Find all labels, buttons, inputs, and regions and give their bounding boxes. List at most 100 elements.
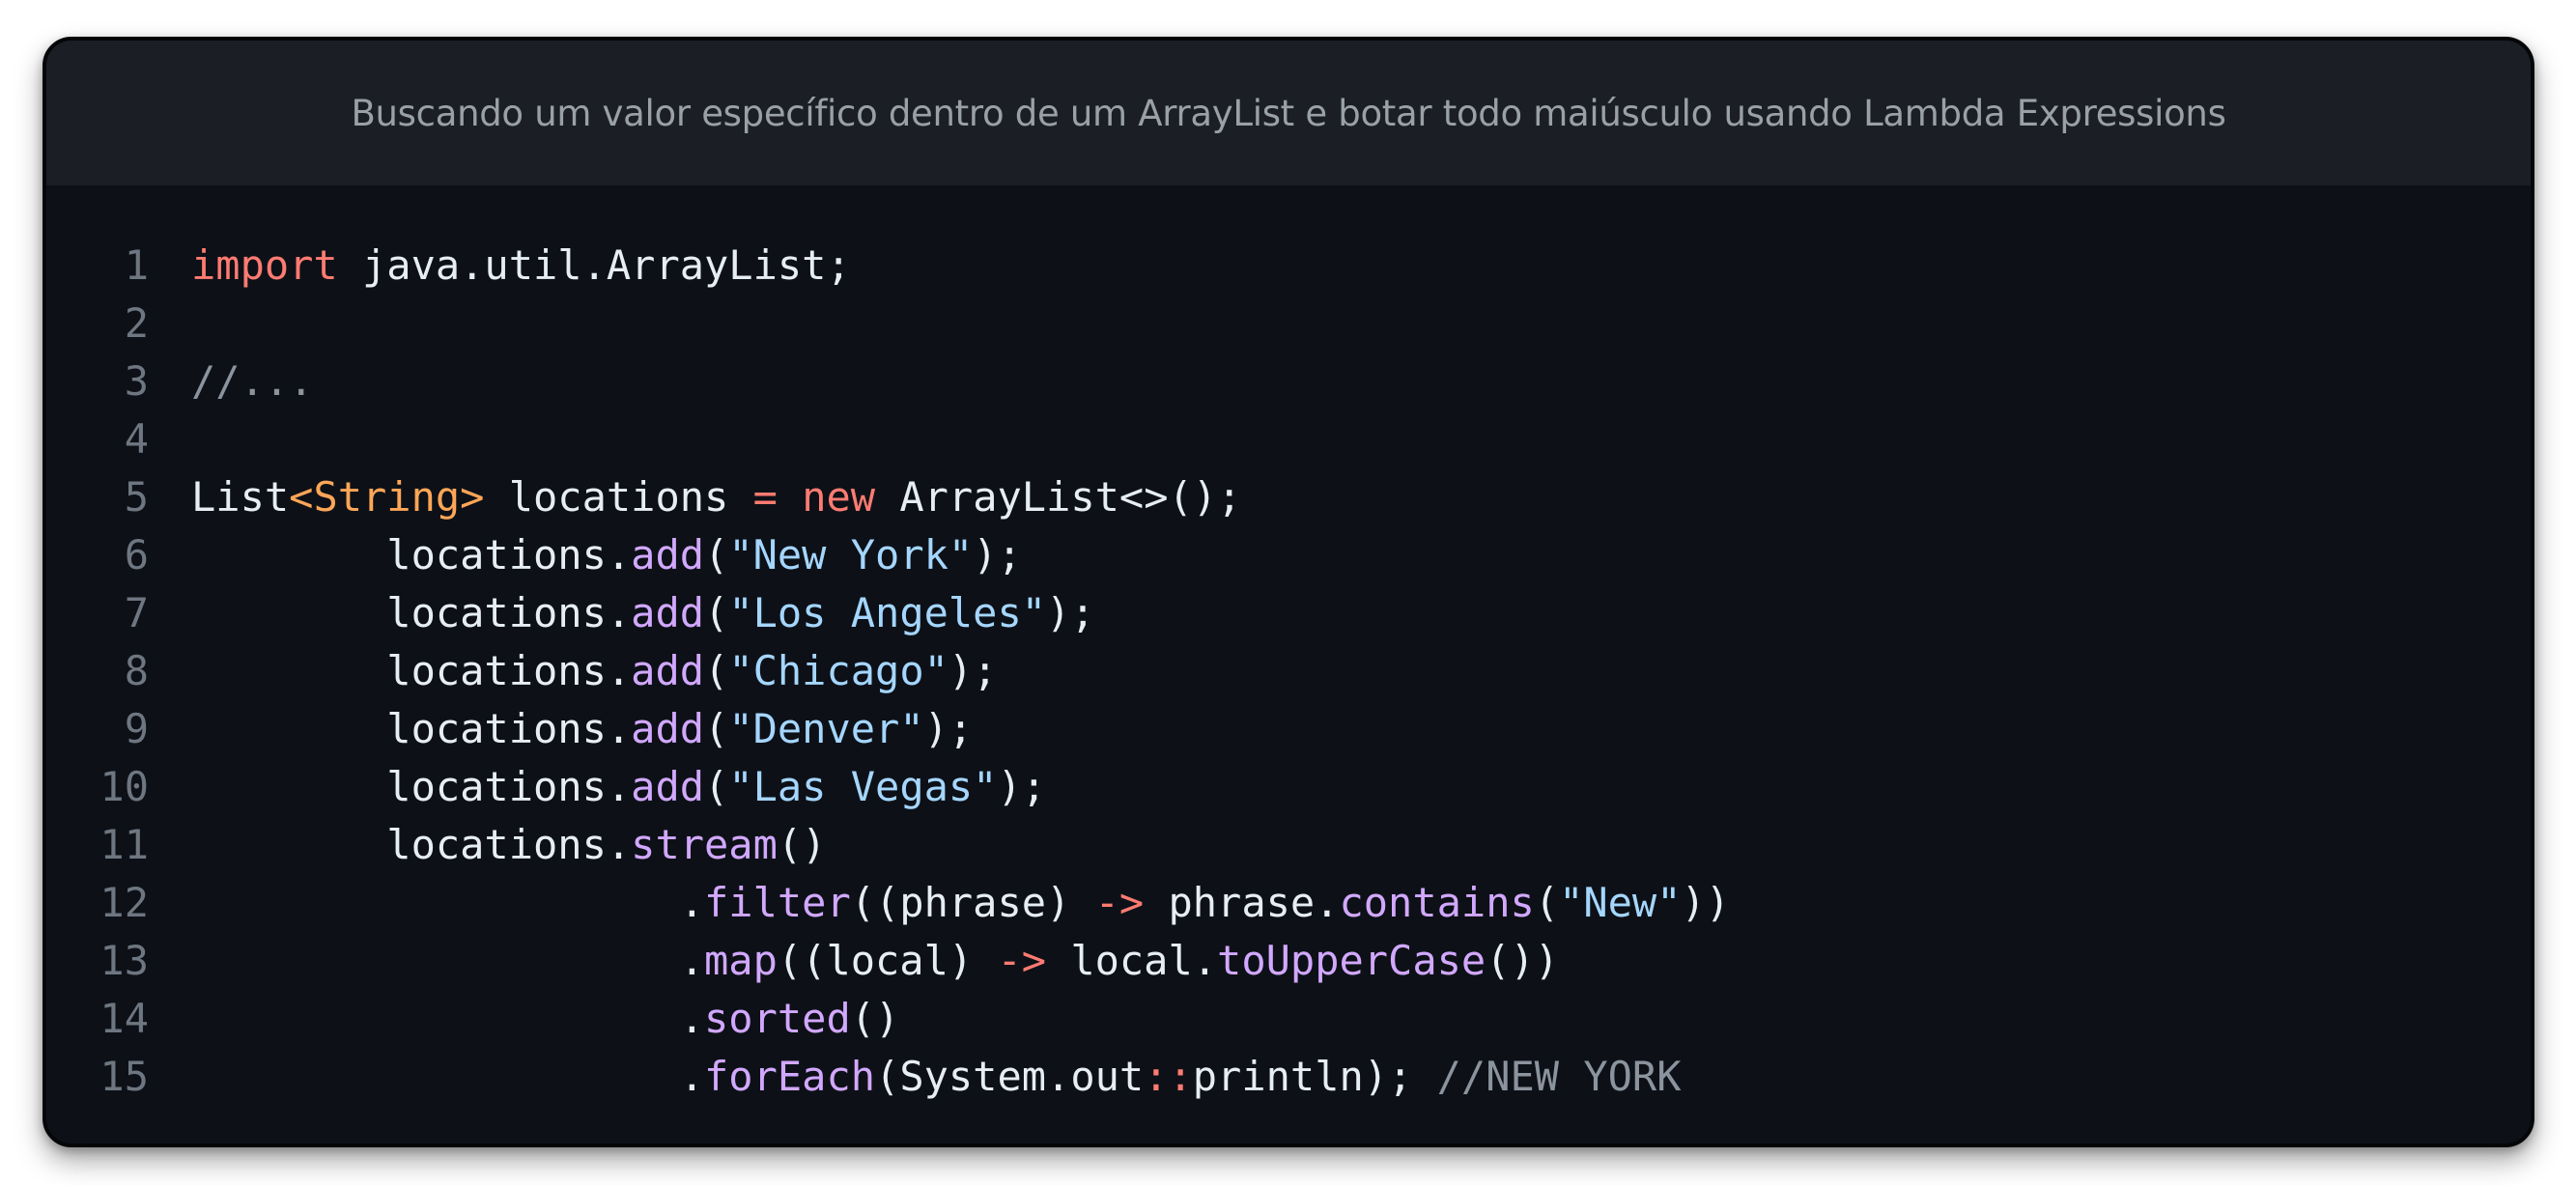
code-text: );: [1046, 589, 1095, 636]
code-text: ((phrase): [850, 879, 1095, 926]
method-name: add: [631, 589, 705, 636]
method-name: add: [631, 705, 705, 752]
code-text: (: [704, 705, 729, 752]
arrow-operator: ->: [997, 937, 1047, 984]
string-literal: "Chicago": [728, 647, 948, 694]
code-text: (: [704, 647, 729, 694]
line-source: locations.add("Denver");: [149, 700, 973, 758]
code-text: )): [1681, 879, 1731, 926]
line-number: 3: [124, 357, 149, 405]
code-line: 10 locations.add("Las Vegas");: [46, 758, 2531, 816]
line-number: 13: [99, 937, 149, 984]
generic-type: <String>: [289, 473, 485, 521]
code-line: 2: [46, 295, 2531, 353]
code-text: (): [850, 995, 900, 1042]
line-number: 10: [99, 763, 149, 810]
line-source: .sorted(): [149, 990, 900, 1048]
line-number: 5: [124, 473, 149, 521]
line-source: List<String> locations = new ArrayList<>…: [149, 468, 1241, 526]
line-number: 7: [124, 589, 149, 636]
line-source: [149, 295, 191, 353]
window-title: Buscando um valor específico dentro de u…: [351, 92, 2226, 134]
line-number: 1: [124, 241, 149, 289]
code-text: .: [191, 995, 705, 1042]
line-number: 4: [124, 415, 149, 463]
code-text: );: [973, 531, 1022, 578]
code-text: (System.out: [875, 1053, 1145, 1100]
code-block: 1 import java.util.ArrayList; 2 3 //... …: [46, 237, 2531, 1106]
method-name: add: [631, 531, 705, 578]
keyword-new: new: [802, 473, 876, 521]
code-line: 9 locations.add("Denver");: [46, 700, 2531, 758]
string-literal: "Los Angeles": [728, 589, 1047, 636]
line-source: import java.util.ArrayList;: [149, 237, 851, 295]
arrow-operator: ->: [1094, 879, 1145, 926]
method-name: stream: [631, 821, 778, 868]
code-line: 5 List<String> locations = new ArrayList…: [46, 468, 2531, 526]
line-number: 14: [99, 995, 149, 1042]
line-source: locations.add("New York");: [149, 526, 1022, 584]
code-text: );: [923, 705, 974, 752]
method-name: sorted: [704, 995, 851, 1042]
line-number: 12: [99, 879, 149, 926]
line-source: .map((local) -> local.toUpperCase()): [149, 932, 1559, 990]
code-line: 6 locations.add("New York");: [46, 526, 2531, 584]
code-text: phrase.: [1144, 879, 1340, 926]
line-source: //...: [149, 353, 313, 410]
type-list: List: [191, 473, 290, 521]
code-line: 4: [46, 410, 2531, 468]
code-text: );: [948, 647, 998, 694]
string-literal: "Denver": [728, 705, 924, 752]
code-line: 7 locations.add("Los Angeles");: [46, 584, 2531, 642]
code-text: .: [191, 879, 705, 926]
code-line: 8 locations.add("Chicago");: [46, 642, 2531, 700]
string-literal: "New York": [728, 531, 974, 578]
line-number: 8: [124, 647, 149, 694]
variable-name: locations: [484, 473, 753, 521]
code-text: locations.: [191, 763, 632, 810]
method-name: forEach: [704, 1053, 876, 1100]
method-name: map: [704, 937, 778, 984]
method-name: add: [631, 763, 705, 810]
code-line: 1 import java.util.ArrayList;: [46, 237, 2531, 295]
code-line: 13 .map((local) -> local.toUpperCase()): [46, 932, 2531, 990]
method-reference-operator: ::: [1144, 1053, 1193, 1100]
line-source: locations.stream(): [149, 816, 826, 874]
assign-operator: =: [752, 473, 778, 521]
code-line: 11 locations.stream(): [46, 816, 2531, 874]
code-text: locations.: [191, 589, 632, 636]
line-number: 9: [124, 705, 149, 752]
code-text: );: [997, 763, 1047, 810]
line-source: locations.add("Las Vegas");: [149, 758, 1046, 816]
string-literal: "Las Vegas": [728, 763, 998, 810]
line-number: 15: [99, 1053, 149, 1100]
string-literal: "New": [1559, 879, 1682, 926]
code-text: (: [1534, 879, 1560, 926]
line-number: 11: [99, 821, 149, 868]
code-line: 12 .filter((phrase) -> phrase.contains("…: [46, 874, 2531, 932]
code-text: ArrayList<>();: [875, 473, 1242, 521]
method-name: toUpperCase: [1217, 937, 1486, 984]
code-text: .: [191, 937, 705, 984]
code-comment: //...: [191, 357, 314, 405]
title-bar: Buscando um valor específico dentro de u…: [46, 41, 2531, 185]
line-number: 6: [124, 531, 149, 578]
line-number: 2: [124, 299, 149, 347]
line-source: .forEach(System.out::println); //NEW YOR…: [149, 1048, 1682, 1106]
line-source: [149, 410, 191, 468]
code-text: ()): [1486, 937, 1560, 984]
code-line: 14 .sorted(): [46, 990, 2531, 1048]
code-text: .: [191, 1053, 705, 1100]
method-name: contains: [1339, 879, 1535, 926]
code-text: (: [704, 589, 729, 636]
keyword-import: import: [191, 241, 338, 289]
line-source: locations.add("Los Angeles");: [149, 584, 1095, 642]
code-text: local.: [1046, 937, 1218, 984]
code-text: locations.: [191, 821, 632, 868]
method-name: filter: [704, 879, 851, 926]
code-text: locations.: [191, 647, 632, 694]
code-text: println);: [1192, 1053, 1437, 1100]
code-window: Buscando um valor específico dentro de u…: [42, 37, 2534, 1147]
code-text: (: [704, 531, 729, 578]
